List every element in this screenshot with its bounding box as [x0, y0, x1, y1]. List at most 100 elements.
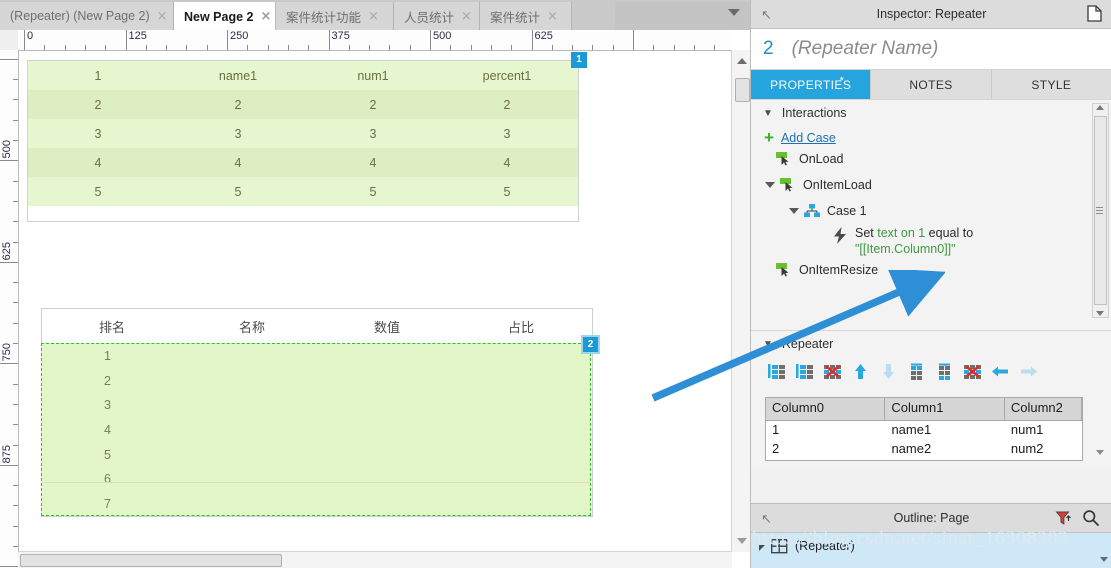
close-icon[interactable]: ×: [368, 10, 379, 23]
ruler-tick: [227, 30, 228, 50]
repeater-datagrid[interactable]: Column0 Column1 Column2 1 name1 num1 2 name2 nu…: [765, 397, 1083, 461]
datagrid-cell[interactable]: name2: [885, 440, 1004, 459]
scroll-down-icon[interactable]: [1100, 557, 1108, 562]
tab-notes[interactable]: NOTES: [871, 70, 992, 99]
action-value: "[[Item.Column0]]": [855, 242, 956, 256]
ruler-tick: [430, 30, 431, 50]
table-row: 1 name1 num1 percent1: [28, 61, 578, 90]
scroll-down-icon[interactable]: [737, 538, 747, 544]
chevron-down-icon[interactable]: ▼: [763, 339, 773, 350]
repeater-widget-2[interactable]: 排名 名称 数值 占比 1 2 3 4 5 6 7 2: [41, 308, 600, 517]
row-separator: [43, 482, 591, 483]
repeater-widget-1[interactable]: 1 name1 num1 percent1 2 2 2 2 3 3 3 3 4 4 4 4 5 5 5 5 1: [27, 52, 587, 222]
table-row: 3 3 3 3: [28, 119, 578, 148]
add-column-before-icon[interactable]: [767, 363, 786, 380]
event-tree: OnLoad OnItemLoad Case 1 Set text on 1 equa…: [751, 146, 1111, 283]
delete-row-icon[interactable]: [963, 363, 982, 380]
datagrid-column-header[interactable]: Column0: [766, 398, 886, 420]
pin-arrow-icon[interactable]: ↖: [761, 511, 772, 527]
ruler-tick: [490, 45, 492, 50]
inspector-header: ↖ Inspector: Repeater: [751, 0, 1111, 29]
ruler-tick: [13, 505, 18, 507]
action-row[interactable]: Set text on 1 equal to "[[Item.Column0]]": [751, 224, 1111, 257]
document-icon[interactable]: [1087, 5, 1102, 25]
widget-name-row[interactable]: 2 (Repeater Name): [751, 29, 1111, 70]
close-icon[interactable]: ×: [547, 10, 558, 23]
add-row-above-icon[interactable]: [907, 363, 926, 380]
event-row-onitemresize[interactable]: OnItemResize: [751, 257, 1111, 283]
ruler-tick: [0, 363, 18, 365]
add-column-after-icon[interactable]: [795, 363, 814, 380]
canvas-vertical-scrollbar[interactable]: [731, 50, 750, 552]
page-tab-3[interactable]: 人员统计 ×: [394, 2, 480, 30]
scroll-down-icon[interactable]: [1096, 450, 1104, 455]
ruler-tick: [13, 525, 18, 527]
ruler-tick: [0, 160, 18, 162]
ruler-tick: [13, 180, 18, 182]
pin-arrow-icon[interactable]: ↖: [761, 7, 772, 23]
widget-name-input[interactable]: (Repeater Name): [792, 38, 939, 60]
datagrid-column-header[interactable]: Column2: [1005, 398, 1082, 420]
event-row-onload[interactable]: OnLoad: [751, 146, 1111, 172]
scrollbar-thumb[interactable]: [20, 554, 282, 567]
ruler-label: 625: [1, 241, 13, 260]
scrollbar-thumb[interactable]: [735, 78, 750, 102]
case-row-case1[interactable]: Case 1: [751, 198, 1111, 224]
close-icon[interactable]: ×: [461, 10, 472, 23]
chevron-down-icon[interactable]: [728, 9, 740, 16]
add-row-below-icon[interactable]: [935, 363, 954, 380]
ruler-tick: [13, 322, 18, 324]
table-cell: 2: [503, 97, 511, 112]
scroll-up-icon[interactable]: [1096, 105, 1104, 110]
tab-style[interactable]: STYLE: [991, 70, 1111, 99]
datagrid-row[interactable]: 2 name2 num2: [766, 440, 1082, 459]
table-cell: 2: [94, 97, 102, 112]
datagrid-row[interactable]: 1 name1 num1: [766, 421, 1082, 440]
delete-column-icon[interactable]: [823, 363, 842, 380]
ruler-tick: [125, 30, 127, 50]
event-row-onitemload[interactable]: OnItemLoad: [751, 172, 1111, 198]
tab-properties[interactable]: PROPERTIES *: [751, 70, 872, 99]
filter-icon[interactable]: [1055, 510, 1072, 530]
scroll-down-icon[interactable]: [1096, 311, 1104, 316]
datagrid-column-header[interactable]: Column1: [885, 398, 1005, 420]
page-tab-4[interactable]: 案件统计 ×: [480, 2, 572, 30]
interactions-section-header[interactable]: ▼ Interactions: [751, 100, 1111, 126]
interactions-section: ▼ Interactions + Add Case OnLoad OnItemLo…: [751, 99, 1111, 330]
repeater-section-header[interactable]: ▼ Repeater: [751, 331, 1111, 357]
repeater-2-selected-body[interactable]: 1 2 3 4 5 6 7: [41, 343, 591, 516]
datagrid-cell[interactable]: 2: [766, 440, 885, 459]
ruler-tick: [166, 45, 168, 50]
page-tab-1[interactable]: New Page 2 ×: [174, 2, 276, 31]
ruler-tick: [13, 119, 18, 121]
datagrid-cell[interactable]: num2: [1005, 440, 1082, 459]
ruler-label: 750: [1, 343, 13, 362]
move-row-up-icon[interactable]: [851, 363, 870, 380]
add-case-button[interactable]: + Add Case: [751, 129, 1111, 146]
datagrid-scrollbar[interactable]: [1095, 401, 1107, 457]
datagrid-cell[interactable]: name1: [885, 421, 1004, 440]
disclosure-triangle[interactable]: [759, 544, 765, 551]
disclosure-triangle[interactable]: [765, 182, 775, 188]
disclosure-triangle[interactable]: [789, 208, 799, 214]
table-row: 4: [104, 423, 111, 438]
chevron-down-icon[interactable]: ▼: [763, 108, 773, 119]
ruler-tick: [13, 282, 18, 284]
canvas-surface[interactable]: 1 name1 num1 percent1 2 2 2 2 3 3 3 3 4 4 4 4 5 5 5 5 1 排名 名…: [19, 51, 732, 553]
page-tab-0[interactable]: (Repeater) (New Page 2) ×: [0, 2, 174, 30]
datagrid-cell[interactable]: num1: [1005, 421, 1082, 440]
close-icon[interactable]: ×: [157, 10, 168, 23]
canvas-horizontal-scrollbar[interactable]: [18, 551, 732, 568]
move-column-left-icon[interactable]: [991, 363, 1010, 380]
scroll-up-icon[interactable]: [737, 58, 747, 64]
page-tab-2[interactable]: 案件统计功能 ×: [276, 2, 394, 30]
table-row: 7: [104, 497, 111, 512]
table-cell: 3: [503, 126, 511, 141]
table-cell: 4: [234, 155, 242, 170]
outline-item[interactable]: (Repeater): [751, 533, 1111, 559]
ruler-tick: [206, 45, 208, 50]
close-icon[interactable]: ×: [260, 10, 271, 23]
interactions-scrollbar[interactable]: [1092, 103, 1109, 318]
datagrid-cell[interactable]: 1: [766, 421, 885, 440]
search-icon[interactable]: [1082, 509, 1100, 530]
